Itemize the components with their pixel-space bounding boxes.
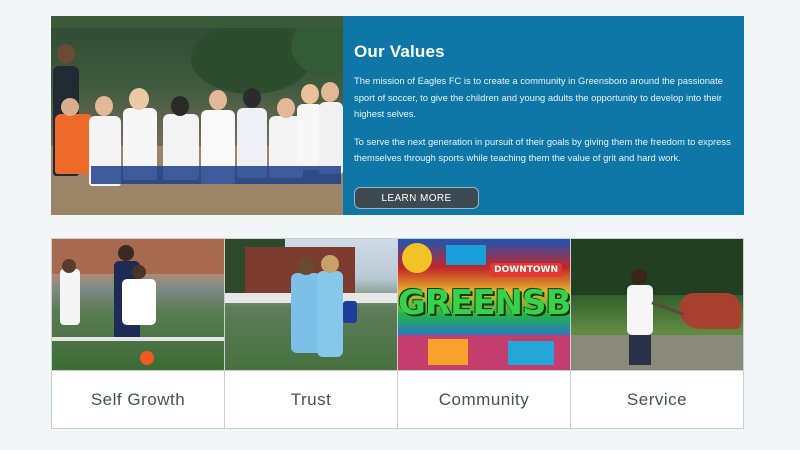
card-self-growth[interactable]: Self Growth — [52, 239, 225, 428]
serve-paragraph: To serve the next generation in pursuit … — [354, 135, 731, 164]
mural-downtown-sign: DOWNTOWN — [490, 263, 562, 277]
values-panel: Our Values The mission of Eagles FC is t… — [343, 16, 744, 215]
card-trust[interactable]: Trust — [225, 239, 398, 428]
card-label-self-growth: Self Growth — [52, 370, 224, 428]
community-mural-image: DOWNTOWN GREENSBORO — [398, 239, 570, 370]
card-label-community: Community — [398, 370, 570, 428]
learn-more-button[interactable]: LEARN MORE — [354, 187, 479, 209]
self-growth-image — [52, 239, 224, 370]
trust-image — [225, 239, 397, 370]
card-label-service: Service — [571, 370, 743, 428]
mission-paragraph: The mission of Eagles FC is to create a … — [354, 75, 723, 119]
mural-greensboro-text: GREENSBORO — [398, 283, 570, 323]
values-title: Our Values — [354, 42, 445, 61]
card-service[interactable]: Service — [571, 239, 743, 428]
card-community[interactable]: DOWNTOWN GREENSBORO Community — [398, 239, 571, 428]
card-label-trust: Trust — [225, 370, 397, 428]
team-photo — [51, 16, 343, 215]
value-cards: Self Growth Trust DOWNTOWN GREENSBORO Co… — [51, 238, 744, 429]
service-image — [571, 239, 743, 370]
values-section: Our Values The mission of Eagles FC is t… — [51, 16, 744, 215]
